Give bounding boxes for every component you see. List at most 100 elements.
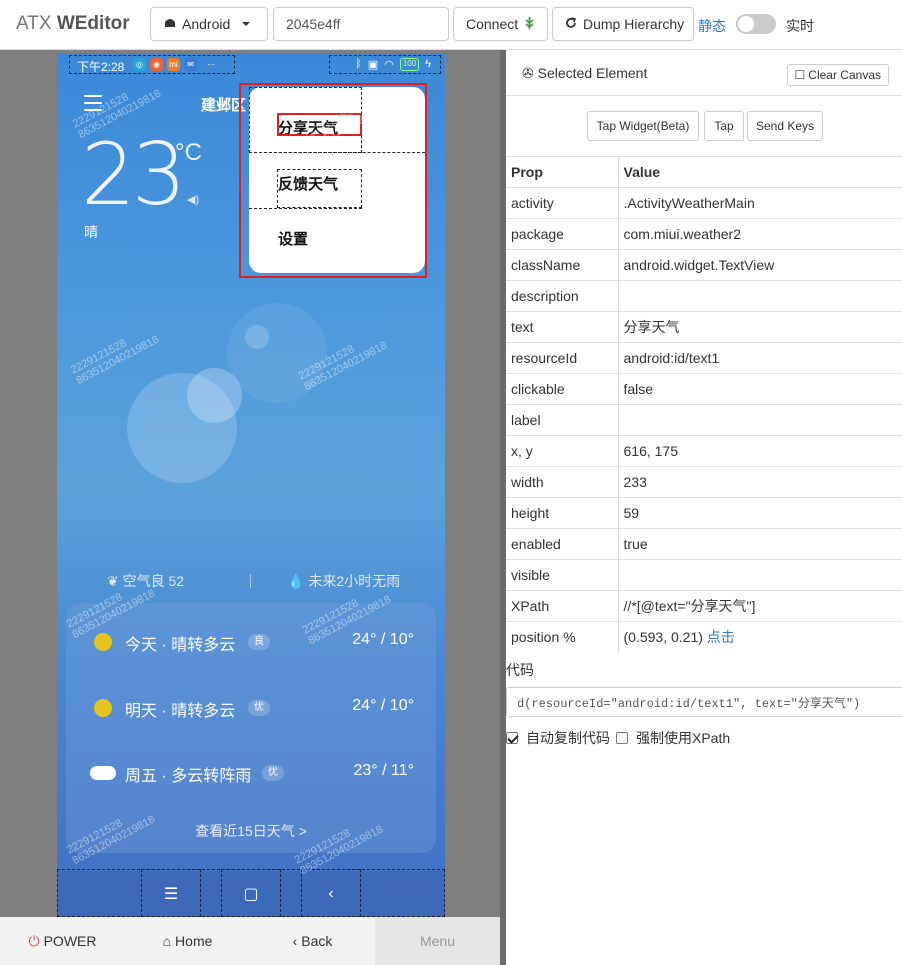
prop-value[interactable]: true (618, 528, 902, 560)
hierarchy-outline (141, 869, 201, 917)
dump-hierarchy-button[interactable]: Dump Hierarchy (552, 7, 694, 41)
auto-copy-label: 自动复制代码 (526, 730, 610, 746)
table-row: label (506, 404, 902, 436)
prop-value[interactable]: 616, 175 (618, 435, 902, 467)
prop-value[interactable]: (0.593, 0.21) (624, 629, 703, 645)
power-icon: ⏻ (28, 932, 40, 949)
force-xpath-checkbox[interactable] (616, 732, 628, 744)
table-row: text 分享天气 (506, 311, 902, 343)
prop-value[interactable]: //*[@text="分享天气"] (618, 590, 902, 622)
prop-value[interactable]: android.widget.TextView (618, 249, 902, 281)
table-row: height 59 (506, 497, 902, 529)
toggle-knob (738, 16, 754, 32)
device-control-bar: ⏻ POWER ⌂ Home ‹ Back Menu (0, 917, 500, 965)
realtime-toggle[interactable] (736, 14, 776, 34)
refresh-icon (565, 16, 577, 32)
air-quality-badge: 优 (262, 765, 284, 781)
column-header-prop: Prop (506, 156, 619, 188)
auto-copy-checkbox[interactable] (506, 732, 518, 744)
table-row: visible (506, 559, 902, 591)
hierarchy-outline (221, 869, 281, 917)
brand-bold: WEditor (56, 13, 130, 34)
platform-dropdown[interactable]: Android (150, 7, 268, 41)
device-screen[interactable]: 下午2:28 ◎ ◉ mi ✉ ··· ᛒ ▣ ◠ 100 ϟ 建邺区 23 °… (57, 53, 445, 917)
crosshair-icon: ✇ (522, 65, 538, 81)
code-field[interactable]: d(resourceId="android:id/text1", text="分… (506, 687, 902, 717)
chevron-left-icon: ‹ (292, 933, 298, 949)
chevron-down-icon (242, 22, 251, 26)
live-mode-label: 实时 (786, 18, 814, 34)
table-row: x, y 616, 175 (506, 435, 902, 467)
platform-label: Android (182, 16, 231, 32)
prop-value[interactable]: 分享天气 (618, 311, 902, 343)
prop-key: className (506, 249, 619, 281)
back-label: Back (301, 933, 333, 949)
forecast-row[interactable]: 明天 · 晴转多云 优 24° / 10° (66, 695, 436, 725)
prop-value[interactable] (618, 280, 902, 312)
temperature-range: 24° / 10° (352, 631, 414, 648)
brand-light: ATX (16, 13, 52, 34)
leaf-icon: ❦ (107, 573, 123, 589)
temperature-unit: °C (175, 139, 202, 166)
prop-key: XPath (506, 590, 619, 622)
action-buttons: Tap Widget(Beta) Tap Send Keys (506, 96, 902, 156)
android-icon (524, 16, 535, 33)
prop-value[interactable]: android:id/text1 (618, 342, 902, 374)
prop-key: activity (506, 187, 619, 219)
click-position-link[interactable]: 点击 (707, 629, 735, 645)
serial-input[interactable]: 2045e4ff (273, 7, 449, 41)
dump-label: Dump Hierarchy (583, 16, 685, 32)
forecast-row[interactable]: 周五 · 多云转阵雨 优 23° / 11° (66, 760, 436, 790)
cloud-icon (90, 766, 116, 780)
prop-value-position: (0.593, 0.21) 点击 (618, 621, 902, 653)
home-button[interactable]: ⌂ Home (125, 917, 250, 965)
prop-value[interactable]: false (618, 373, 902, 405)
air-quality-badge: 优 (248, 700, 270, 716)
menu-button[interactable]: Menu (375, 917, 500, 965)
temperature-range: 24° / 10° (352, 697, 414, 714)
prop-key: position % (506, 621, 619, 653)
back-button[interactable]: ‹ Back (250, 917, 375, 965)
prop-value[interactable]: .ActivityWeatherMain (618, 187, 902, 219)
prop-key: height (506, 497, 619, 529)
raindrop-icon: 💧 (287, 573, 309, 589)
power-button[interactable]: ⏻ POWER (0, 917, 125, 965)
table-row: XPath//*[@text="分享天气"] (506, 590, 902, 622)
prop-value[interactable]: com.miui.weather2 (618, 218, 902, 250)
table-row: activity .ActivityWeatherMain (506, 187, 902, 219)
table-row: package com.miui.weather2 (506, 218, 902, 250)
connect-label: Connect (466, 16, 519, 32)
prop-key: width (506, 466, 619, 498)
speaker-icon[interactable]: ◀) (187, 193, 199, 206)
prop-value[interactable] (618, 559, 902, 591)
air-quality-badge: 良 (248, 634, 270, 650)
prop-key: clickable (506, 373, 619, 405)
tap-button[interactable]: Tap (704, 111, 744, 141)
sun-icon (94, 633, 112, 651)
hierarchy-outline (69, 55, 235, 74)
forecast-label: 今天 · 晴转多云 (125, 637, 236, 654)
clear-canvas-button[interactable]: ☐ Clear Canvas (786, 64, 889, 86)
tap-widget-button[interactable]: Tap Widget(Beta) (587, 111, 699, 141)
table-row: className android.widget.TextView (506, 249, 902, 281)
forecast-row[interactable]: 今天 · 晴转多云 良 24° / 10° (66, 629, 436, 659)
inspector-title: ✇ Selected Element (522, 65, 647, 82)
prop-value[interactable]: 59 (618, 497, 902, 529)
prop-value[interactable]: 233 (618, 466, 902, 498)
table-row: width 233 (506, 466, 902, 498)
hierarchy-outline (301, 869, 361, 917)
inspector-panel: ✇ Selected Element ☐ Clear Canvas Tap Wi… (506, 50, 902, 965)
top-navbar: ATX WEditor Android 2045e4ff Connect Dum… (0, 0, 902, 50)
code-label: 代码 (506, 662, 534, 678)
prop-key: label (506, 404, 619, 436)
send-keys-button[interactable]: Send Keys (747, 111, 823, 141)
table-row: position % (0.593, 0.21) 点击 (506, 621, 902, 653)
square-icon: ☐ (794, 68, 806, 82)
home-icon: ⌂ (162, 933, 172, 949)
power-label: POWER (43, 933, 97, 949)
rain-label: 未来2小时无雨 (308, 573, 401, 589)
temperature-range: 23° / 11° (353, 762, 414, 779)
watermark: 2229121528 863512040219818 (69, 323, 161, 387)
prop-value[interactable] (618, 404, 902, 436)
connect-button[interactable]: Connect (453, 7, 548, 41)
